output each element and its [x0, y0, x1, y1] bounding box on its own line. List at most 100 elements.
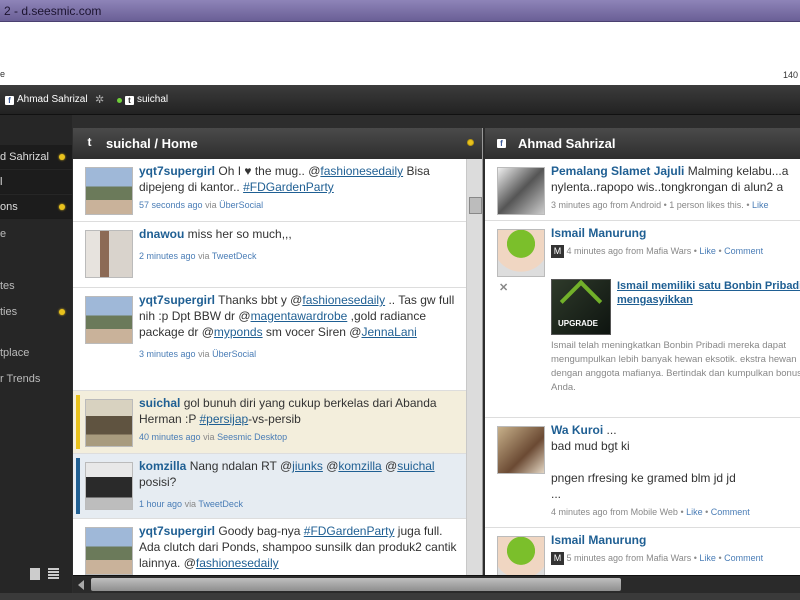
like-link[interactable]: Like [699, 553, 716, 563]
avatar[interactable] [497, 229, 545, 277]
column-title: suichal / Home [106, 136, 198, 151]
hashtag-link[interactable]: #FDGardenParty [304, 524, 395, 538]
tweet-user[interactable]: komzilla [139, 459, 186, 473]
tweet-source[interactable]: ÜberSocial [212, 349, 256, 359]
avatar[interactable] [85, 230, 133, 278]
post-source: Mafia Wars [646, 553, 692, 563]
mention-link[interactable]: suichal [397, 459, 434, 473]
avatar[interactable] [85, 527, 133, 575]
close-icon[interactable]: ✕ [499, 281, 508, 294]
tweet-user[interactable]: yqt7supergirl [139, 164, 215, 178]
tweet[interactable]: komzilla Nang ndalan RT @jiunks @komzill… [73, 454, 466, 519]
tweet-user[interactable]: dnawou [139, 227, 184, 241]
horizontal-scrollbar[interactable] [73, 575, 800, 593]
mention-link[interactable]: myponds [214, 325, 263, 339]
fb-user[interactable]: Ismail Manurung [551, 226, 646, 240]
tweet-body: dnawou miss her so much,,, 2 minutes ago… [139, 227, 292, 261]
sidebar-item-label: r Trends [0, 373, 41, 385]
tweet[interactable]: yqt7supergirl Goody bag-nya #FDGardenPar… [73, 519, 466, 575]
tweet-time[interactable]: 1 hour ago [139, 499, 182, 509]
fb-user[interactable]: Pemalang Slamet Jajuli [551, 164, 684, 178]
post-time: 5 minutes ago [566, 553, 624, 563]
mention-link[interactable]: fashionesedaily [196, 556, 279, 570]
hashtag-link[interactable]: #FDGardenParty [243, 180, 334, 194]
fb-post[interactable]: Wa Kuroi ... bad mud bgt ki pngen rfresi… [485, 418, 800, 528]
attachment-image[interactable]: UPGRADE [551, 279, 611, 335]
avatar[interactable] [85, 167, 133, 215]
fb-post[interactable]: Ismail Manurung M 4 minutes ago from Maf… [485, 221, 800, 418]
mention-link[interactable]: fashionesedaily [320, 164, 403, 178]
tweet-user[interactable]: yqt7supergirl [139, 293, 215, 307]
tweet[interactable]: suichal gol bunuh diri yang cukup berkel… [73, 391, 466, 454]
single-view-icon[interactable] [30, 568, 40, 580]
status-dot-icon[interactable] [467, 139, 474, 146]
fb-post-body: Ismail Manurung M 4 minutes ago from Maf… [551, 226, 764, 259]
tweet[interactable]: yqt7supergirl Oh I ♥ the mug.. @fashione… [73, 159, 466, 222]
tweet[interactable]: dnawou miss her so much,,, 2 minutes ago… [73, 222, 466, 288]
tweet-source[interactable]: TweetDeck [212, 251, 257, 261]
sidebar-item[interactable]: ties [0, 300, 72, 324]
sidebar: d Sahrizal l ons e tes ties tplace r Tre… [0, 115, 72, 600]
mention-link[interactable]: magentawardrobe [251, 309, 348, 323]
mention-link[interactable]: komzilla [338, 459, 381, 473]
sidebar-item[interactable]: tes [0, 274, 72, 298]
scroll-thumb[interactable] [469, 197, 482, 214]
sidebar-item[interactable]: e [0, 222, 72, 246]
fb-post[interactable]: Ismail Manurung M 5 minutes ago from Maf… [485, 528, 800, 575]
tweet-source[interactable]: TweetDeck [198, 499, 243, 509]
sidebar-item-label: tes [0, 280, 15, 292]
account-facebook[interactable]: f Ahmad Sahrizal [5, 85, 88, 115]
avatar[interactable] [497, 426, 545, 474]
scroll-left-icon[interactable] [78, 580, 84, 590]
sidebar-item[interactable]: r Trends [0, 367, 72, 391]
fb-user[interactable]: Wa Kuroi [551, 423, 603, 437]
sidebar-item[interactable]: tplace [0, 341, 72, 365]
list-view-icon[interactable] [48, 568, 59, 580]
attachment-title[interactable]: Ismail memiliki satu Bonbin Pribadi meng… [617, 279, 800, 307]
fb-post[interactable]: Pemalang Slamet Jajuli Malming kelabu...… [485, 159, 800, 221]
comment-link[interactable]: Comment [724, 246, 763, 256]
avatar[interactable] [497, 167, 545, 215]
tweet-user[interactable]: yqt7supergirl [139, 524, 215, 538]
comment-link[interactable]: Comment [724, 553, 763, 563]
view-toggle [30, 568, 59, 580]
tweet[interactable]: yqt7supergirl Thanks bbt y @fashioneseda… [73, 288, 466, 391]
like-link[interactable]: Like [699, 246, 716, 256]
hashtag-link[interactable]: #persijap [199, 412, 248, 426]
scroll-thumb[interactable] [91, 578, 621, 591]
fb-user[interactable]: Ismail Manurung [551, 533, 646, 547]
account-twitter[interactable]: t suichal [117, 85, 168, 115]
char-count: 140 [782, 70, 798, 80]
upgrade-arrow-icon [559, 279, 603, 323]
sidebar-item[interactable]: ons [0, 195, 72, 219]
mention-link[interactable]: JennaLani [361, 325, 416, 339]
left-fragment: e [0, 69, 6, 79]
tweet-time[interactable]: 57 seconds ago [139, 200, 203, 210]
mention-link[interactable]: fashionesedaily [302, 293, 385, 307]
twitter-icon: t [125, 95, 134, 105]
account-label: suichal [137, 94, 169, 105]
tweet-time[interactable]: 2 minutes ago [139, 251, 196, 261]
avatar[interactable] [85, 462, 133, 510]
vertical-scrollbar[interactable] [466, 159, 482, 575]
tweet-time[interactable]: 40 minutes ago [139, 432, 201, 442]
like-link[interactable]: Like [752, 200, 769, 210]
unread-dot-icon [59, 204, 65, 210]
sidebar-item[interactable]: l [0, 170, 72, 194]
avatar[interactable] [497, 536, 545, 575]
post-source: Mafia Wars [646, 246, 692, 256]
comment-link[interactable]: Comment [711, 507, 750, 517]
settings-gear-icon[interactable]: ✲ [95, 85, 104, 115]
tweet-body: suichal gol bunuh diri yang cukup berkel… [139, 396, 437, 442]
avatar[interactable] [85, 296, 133, 344]
account-label: Ahmad Sahrizal [17, 94, 88, 105]
avatar[interactable] [85, 399, 133, 447]
tweet-source[interactable]: Seesmic Desktop [217, 432, 287, 442]
tweet-body: yqt7supergirl Oh I ♥ the mug.. @fashione… [139, 164, 430, 210]
tweet-time[interactable]: 3 minutes ago [139, 349, 196, 359]
tweet-source[interactable]: ÜberSocial [219, 200, 263, 210]
sidebar-item[interactable]: d Sahrizal [0, 145, 72, 169]
like-link[interactable]: Like [686, 507, 703, 517]
tweet-user[interactable]: suichal [139, 396, 180, 410]
mention-link[interactable]: jiunks [292, 459, 323, 473]
